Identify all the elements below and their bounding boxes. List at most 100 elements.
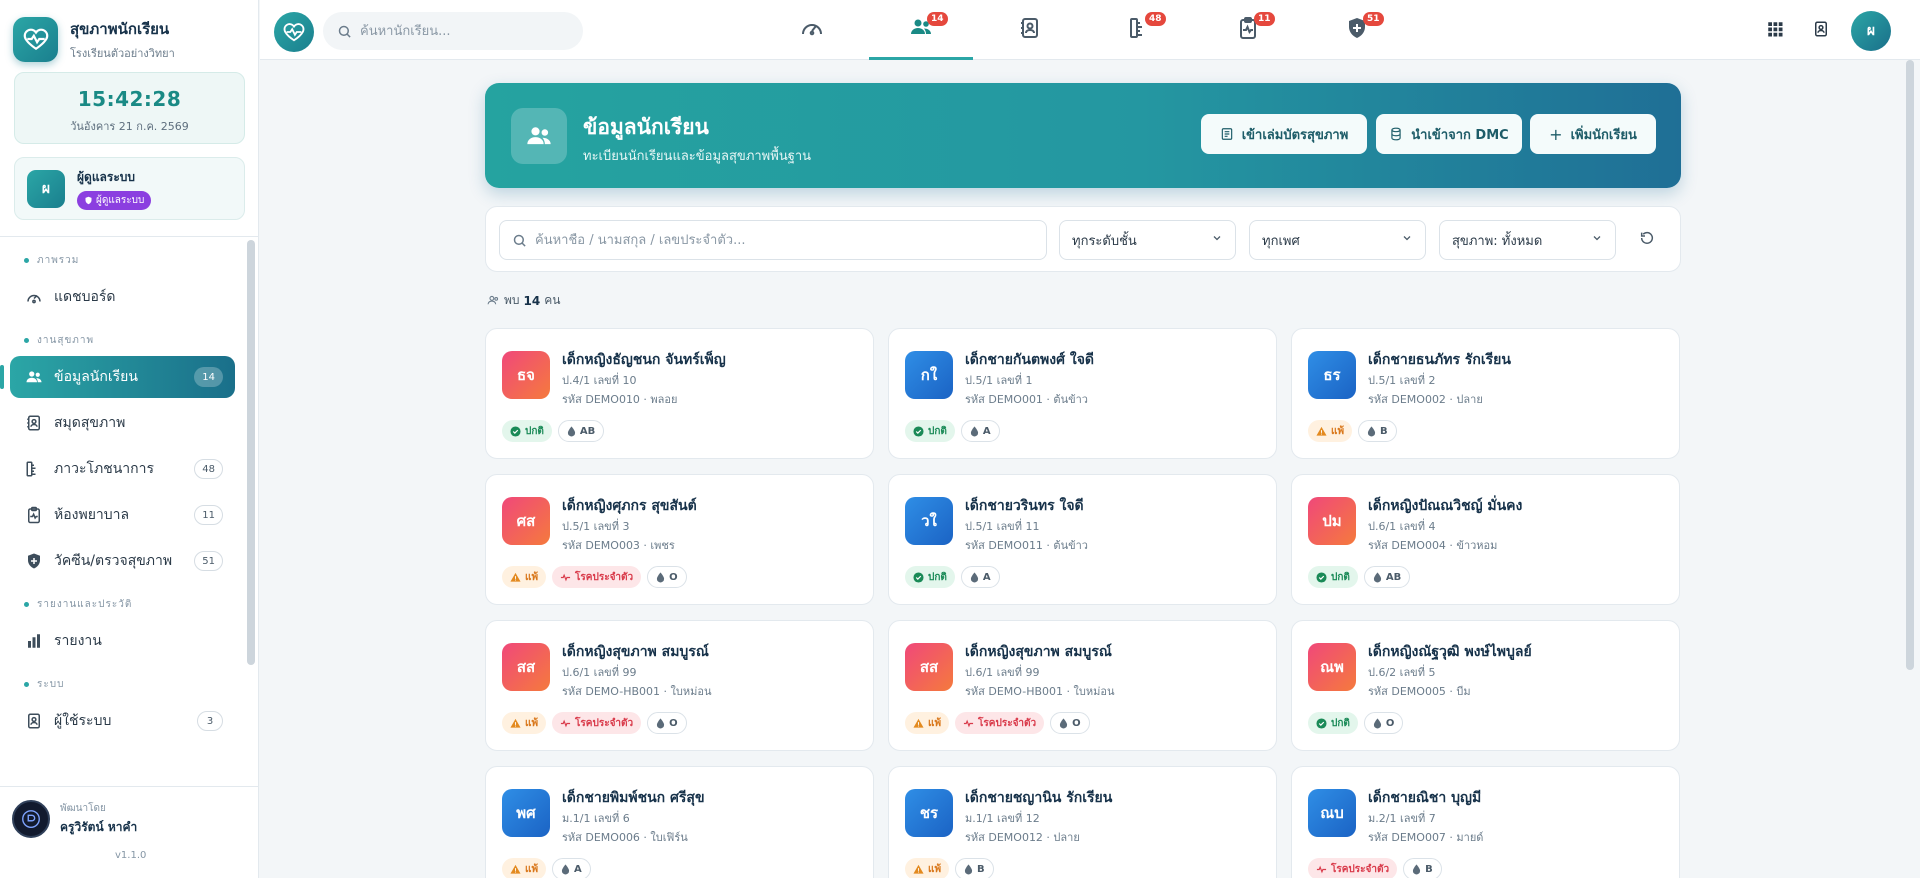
tag-label: A — [982, 571, 991, 583]
shield-icon — [85, 196, 92, 204]
tag-label: แพ้ — [928, 863, 942, 875]
users-icon — [511, 108, 567, 164]
brand[interactable]: สุขภาพนักเรียน โรงเรียนตัวอย่างวิทยา — [0, 0, 258, 62]
student-code: รหัส DEMO003 · เพชร — [562, 539, 675, 552]
student-avatar: ชร — [905, 789, 953, 837]
avatar[interactable]: ผ — [1851, 11, 1891, 51]
tag-label: B — [1425, 863, 1433, 875]
sidebar-item-users[interactable]: ผู้ใช้ระบบ 3 — [10, 700, 235, 742]
tag-label: AB — [579, 425, 596, 437]
sidebar-item-label: แดชบอร์ด — [54, 289, 116, 305]
blood-tag: O — [647, 566, 687, 588]
student-card[interactable]: วใ เด็กชายวรินทร ใจดี ป.5/1 เลขที่ 11 รหัส … — [888, 474, 1277, 605]
blood-tag: B — [1403, 858, 1442, 878]
tag-label: ปกติ — [928, 571, 947, 583]
apps-grid-button[interactable] — [1759, 15, 1791, 47]
disease-tag: โรคประจำตัว — [552, 712, 642, 734]
tag-label: แพ้ — [1331, 425, 1345, 437]
contact-book-button[interactable] — [1805, 15, 1837, 47]
normal-tag: ปกติ — [905, 420, 955, 442]
student-name: เด็กหญิงธัญชนก จันทร์เพ็ญ — [562, 352, 726, 368]
tag-label: O — [1385, 717, 1395, 729]
disease-tag: โรคประจำตัว — [552, 566, 642, 588]
sidebar-item-health-book[interactable]: สมุดสุขภาพ — [10, 402, 235, 444]
tag-label: แพ้ — [525, 717, 539, 729]
student-card[interactable]: ธร เด็กชายธนภัทร รักเรียน ป.5/1 เลขที่ 2 รห… — [1291, 328, 1680, 459]
tab-vaccine[interactable]: 51 — [1305, 0, 1409, 60]
brand-title: สุขภาพนักเรียน — [70, 19, 170, 38]
grade-select[interactable]: ทุกระดับชั้น — [1059, 220, 1236, 260]
disease-tag: โรคประจำตัว — [955, 712, 1045, 734]
blood-drop-icon — [567, 426, 576, 437]
health-select[interactable]: สุขภาพ: ทั้งหมด — [1439, 220, 1616, 260]
student-card[interactable]: ธจ เด็กหญิงธัญชนก จันทร์เพ็ญ ป.4/1 เลขที่ … — [485, 328, 874, 459]
heart-pulse-icon[interactable] — [274, 12, 314, 52]
developer-avatar — [12, 800, 50, 838]
clock-panel: 15:42:28 วันอังคาร 21 ก.ค. 2569 — [14, 72, 245, 144]
student-avatar: กใ — [905, 351, 953, 399]
tag-list: แพ้ โรคประจำตัว O — [502, 712, 687, 734]
count-badge: 14 — [194, 367, 223, 387]
student-name: เด็กหญิงศุภกร สุขสันต์ — [562, 498, 697, 514]
gender-select[interactable]: ทุกเพศ — [1249, 220, 1426, 260]
sidebar-scrollbar[interactable] — [247, 240, 255, 665]
tag-list: ปกติ AB — [502, 420, 605, 442]
sidebar-item-reports[interactable]: รายงาน — [10, 620, 235, 662]
bind-health-card-button[interactable]: เข้าเล่มบัตรสุขภาพ — [1201, 114, 1367, 154]
current-user-card[interactable]: ผ ผู้ดูแลระบบ ผู้ดูแลระบบ — [14, 157, 245, 220]
reset-filters-button[interactable] — [1634, 227, 1660, 253]
student-name: เด็กชายพิมพ์ชนก ศรีสุข — [562, 790, 705, 806]
tab-students[interactable]: 14 — [869, 0, 973, 60]
add-student-button[interactable]: + เพิ่มนักเรียน — [1530, 114, 1656, 154]
search-input[interactable] — [360, 23, 560, 39]
import-dmc-button[interactable]: นำเข้าจาก DMC — [1376, 114, 1522, 154]
role-label: ผู้ดูแลระบบ — [96, 194, 145, 206]
nav-section-system: ระบบ — [0, 672, 245, 696]
warning-icon — [510, 572, 521, 583]
user-name: ผู้ดูแลระบบ — [77, 169, 136, 184]
refresh-icon — [1639, 230, 1655, 250]
sidebar-item-nutrition[interactable]: ภาวะโภชนาการ 48 — [10, 448, 235, 490]
clock-date: วันอังคาร 21 ก.ค. 2569 — [70, 120, 189, 133]
active-indicator — [0, 365, 4, 389]
student-name: เด็กหญิงณัฐวุฒิ พงษ์ไพบูลย์ — [1368, 644, 1532, 660]
count-badge: 51 — [194, 551, 223, 571]
database-icon — [1391, 127, 1401, 141]
student-card[interactable]: ณบ เด็กชายณิชา บุญมี ม.2/1 เลขที่ 7 รหัส DE… — [1291, 766, 1680, 878]
tag-label: แพ้ — [525, 571, 539, 583]
tag-label: B — [1380, 425, 1388, 437]
search-input[interactable] — [535, 232, 1015, 248]
tab-health-book[interactable] — [978, 0, 1082, 60]
developer-label: พัฒนาโดย — [60, 803, 106, 814]
student-card[interactable]: พศ เด็กชายพิมพ์ชนก ศรีสุขม.1/1 เลขที่ 6 รห… — [485, 766, 874, 878]
student-card[interactable]: ชร เด็กชายชญานิน รักเรียน ม.1/1 เลขที่ 12 ร… — [888, 766, 1277, 878]
tag-list: โรคประจำตัว B — [1308, 858, 1442, 878]
developer-name: ครูวิรัตน์ หาคำ — [60, 820, 138, 834]
users-icon — [487, 295, 499, 305]
student-code: รหัส DEMO006 · ใบเฟิร์น — [562, 831, 688, 844]
sidebar-item-dashboard[interactable]: แดชบอร์ด — [10, 276, 235, 318]
student-code: รหัส DEMO010 · พลอย — [562, 393, 678, 406]
student-card[interactable]: สส เด็กหญิงสุขภาพ สมบูรณ์ ป.6/1 เลขที่ 99 ร… — [888, 620, 1277, 751]
student-card[interactable]: ณพ เด็กหญิงณัฐวุฒิ พงษ์ไพบูลย์ ป.6/2 เลขที… — [1291, 620, 1680, 751]
student-class: ม.1/1 เลขที่ 6 — [562, 812, 630, 825]
student-card[interactable]: ปม เด็กหญิงปัณณวิชญ์ มั่นคง ป.6/1 เลขที่ 4… — [1291, 474, 1680, 605]
blood-drop-icon — [656, 572, 665, 583]
page-scrollbar[interactable] — [1906, 60, 1914, 670]
student-card[interactable]: สส เด็กหญิงสุขภาพ สมบูรณ์ ป.6/1 เลขที่ 99 ร… — [485, 620, 874, 751]
tab-infirmary[interactable]: 11 — [1196, 0, 1300, 60]
contact-book-icon — [1812, 20, 1830, 42]
sidebar-item-students[interactable]: ข้อมูลนักเรียน 14 — [0, 356, 235, 398]
tag-list: แพ้ โรคประจำตัว O — [502, 566, 687, 588]
tab-nutrition[interactable]: 48 — [1087, 0, 1191, 60]
role-badge: ผู้ดูแลระบบ — [77, 190, 152, 210]
student-code: รหัส DEMO004 · ข้าวหอม — [1368, 539, 1498, 552]
student-card[interactable]: ศส เด็กหญิงศุภกร สุขสันต์ ป.5/1 เลขที่ 3 รห… — [485, 474, 874, 605]
sidebar-item-infirmary[interactable]: ห้องพยาบาล 11 — [10, 494, 235, 536]
sidebar-item-label: ผู้ใช้ระบบ — [54, 713, 112, 729]
student-card[interactable]: กใ เด็กชายกันตพงศ์ ใจดี ป.5/1 เลขที่ 1 รหัส… — [888, 328, 1277, 459]
tag-list: ปกติ AB — [1308, 566, 1411, 588]
sidebar-item-vaccine[interactable]: วัคซีน/ตรวจสุขภาพ 51 — [10, 540, 235, 582]
tab-dashboard[interactable] — [760, 0, 864, 60]
student-avatar: พศ — [502, 789, 550, 837]
